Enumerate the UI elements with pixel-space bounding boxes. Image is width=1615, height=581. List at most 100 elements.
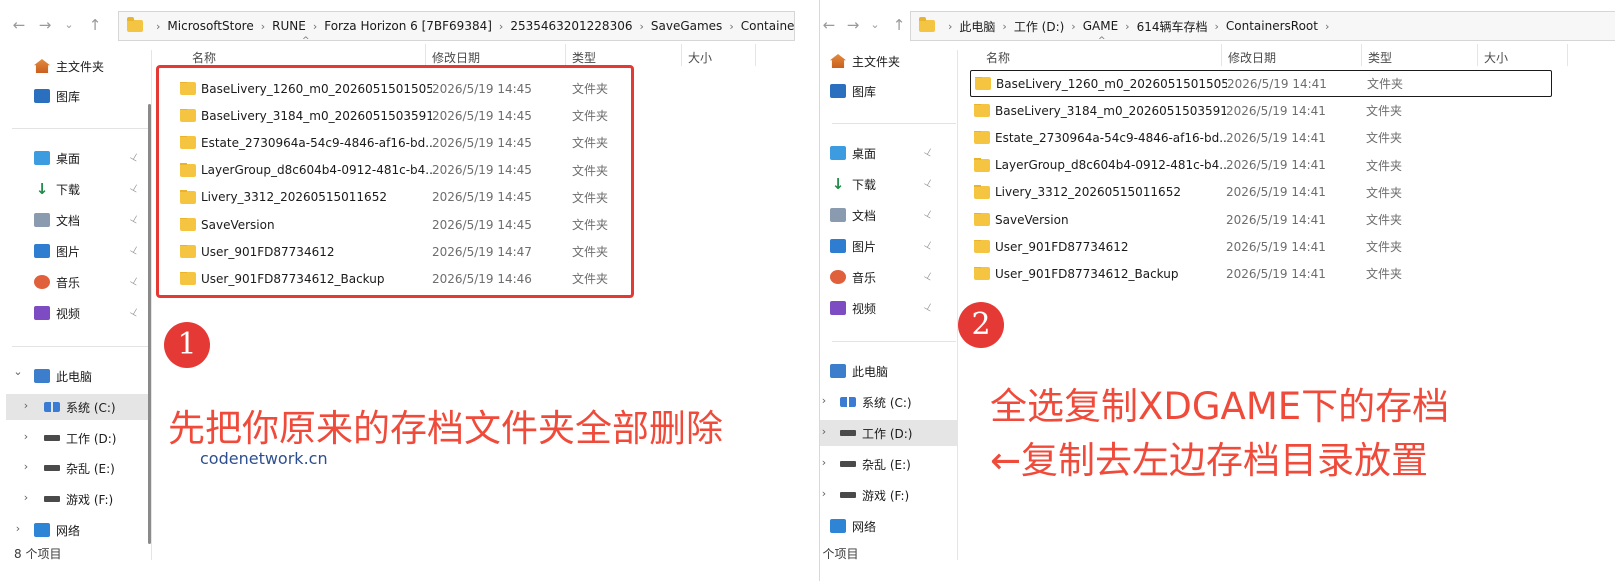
chevron-right-icon[interactable]: › <box>1125 20 1129 33</box>
breadcrumb-segment[interactable]: › Forza Horizon 6 [7BF69384] <box>306 19 492 33</box>
file-row[interactable]: LayerGroup_d8c604b4-0912-481c-b4... 2026/… <box>970 152 1552 179</box>
sidebar-item[interactable]: 系统 (C:) <box>820 389 958 415</box>
sidebar-item[interactable]: 工作 (D:) <box>820 420 958 446</box>
sidebar-item[interactable]: ↓ 下载 <box>820 171 958 197</box>
chevron-right-icon[interactable]: › <box>948 20 952 33</box>
sidebar-item[interactable]: 图库 <box>0 83 152 109</box>
sidebar-item[interactable]: 图片 <box>820 233 958 259</box>
highlight-box <box>156 65 634 298</box>
breadcrumb-segment[interactable]: › 2535463201228306 <box>492 19 633 33</box>
up-arrow-icon[interactable]: ↑ <box>890 16 908 34</box>
breadcrumb-segment[interactable]: › 工作 (D:) <box>995 18 1064 35</box>
address-bar[interactable]: › MicrosoftStore › RUNE › Forza Horizon 6 [7B… <box>118 11 795 41</box>
breadcrumb-segment[interactable]: › SaveGames <box>632 19 722 33</box>
chevron-right-icon[interactable]: › <box>20 491 32 504</box>
sidebar-item[interactable]: 主文件夹 <box>820 48 958 74</box>
sidebar-item[interactable]: 网络 <box>0 517 152 543</box>
back-arrow-icon[interactable]: ← <box>10 16 28 34</box>
sidebar-item[interactable]: 网络 <box>820 513 958 539</box>
column-size[interactable]: 大小 <box>1478 44 1568 66</box>
column-header: 名称 修改日期 类型 大小 <box>980 44 1568 66</box>
column-type[interactable]: 类型 <box>1362 44 1478 66</box>
sidebar-item-label: 音乐 <box>56 275 81 290</box>
breadcrumb-label: ContainersRoot <box>740 19 795 33</box>
sidebar-item[interactable]: 视频 <box>820 295 958 321</box>
forward-arrow-icon[interactable]: → <box>36 16 54 34</box>
drive-icon <box>44 496 60 502</box>
file-type: 文件夹 <box>1366 213 1403 227</box>
column-date-modified[interactable]: 修改日期 <box>426 44 566 66</box>
sidebar-item[interactable]: 杂乱 (E:) <box>820 451 958 477</box>
sidebar-item-label: 图片 <box>56 244 81 259</box>
sidebar-item-label: 主文件夹 <box>852 54 901 69</box>
drive-icon <box>44 435 60 441</box>
navigation-pane: 主文件夹图库桌面⊥↓下载⊥文档⊥图片⊥音乐⊥视频⊥⌄此电脑系统 (C:)›工作 … <box>0 50 152 560</box>
sidebar-item-label: 桌面 <box>56 151 81 166</box>
chevron-right-icon[interactable]: › <box>729 20 733 33</box>
sidebar-item[interactable]: 此电脑 <box>0 363 152 389</box>
forward-arrow-icon[interactable]: → <box>844 16 862 34</box>
chevron-right-icon[interactable]: › <box>820 425 830 438</box>
chevron-right-icon[interactable]: › <box>1214 20 1218 33</box>
breadcrumb-segment[interactable]: › MicrosoftStore <box>149 19 254 33</box>
file-row[interactable]: BaseLivery_1260_m0_20260515015055 2026/5/… <box>970 70 1552 97</box>
recent-chevron-icon[interactable]: ⌄ <box>866 16 884 34</box>
file-row[interactable]: User_901FD87734612 2026/5/19 14:41 文件夹 <box>970 233 1552 260</box>
breadcrumb-segment[interactable]: › GAME <box>1064 19 1118 33</box>
gallery-icon <box>830 84 846 98</box>
chevron-right-icon[interactable]: › <box>820 394 830 407</box>
chevron-right-icon[interactable]: › <box>156 20 160 33</box>
sidebar-item[interactable]: 桌面 <box>820 140 958 166</box>
sidebar-item[interactable]: 音乐 <box>820 264 958 290</box>
sidebar-scrollbar[interactable] <box>148 104 151 544</box>
file-row[interactable]: User_901FD87734612_Backup 2026/5/19 14:41… <box>970 260 1552 287</box>
file-row[interactable]: Estate_2730964a-54c9-4846-af16-bd... 2026… <box>970 124 1552 151</box>
sidebar-item[interactable]: 主文件夹 <box>0 53 152 79</box>
column-name[interactable]: 名称 <box>186 44 426 66</box>
sidebar-item[interactable]: 游戏 (F:) <box>820 482 958 508</box>
sidebar-item[interactable]: 文档 <box>820 202 958 228</box>
chevron-right-icon[interactable]: › <box>1002 20 1006 33</box>
breadcrumb-segment[interactable]: › ContainersRoot <box>722 19 795 33</box>
file-name-cell: BaseLivery_3184_m0_20260515035912 <box>970 103 1226 118</box>
address-bar[interactable]: › 此电脑 › 工作 (D:) › GAME › 614辆车存档 › ContainersRoot… <box>910 11 1615 41</box>
file-name-cell: User_901FD87734612_Backup <box>970 266 1226 281</box>
file-date: 2026/5/19 14:41 <box>1226 103 1326 118</box>
file-row[interactable]: BaseLivery_3184_m0_20260515035912 2026/5/… <box>970 97 1552 124</box>
breadcrumb-segment[interactable]: › RUNE <box>254 19 306 33</box>
sidebar-item-label: 游戏 (F:) <box>66 492 114 507</box>
sidebar-item-label: 下载 <box>56 182 81 197</box>
chevron-right-icon[interactable]: › <box>820 487 830 500</box>
network-icon <box>830 519 846 533</box>
column-type[interactable]: 类型 <box>566 44 682 66</box>
chevron-right-icon[interactable]: › <box>820 456 830 469</box>
sidebar-item[interactable]: 图库 <box>820 78 958 104</box>
chevron-right-icon[interactable]: › <box>20 399 32 412</box>
file-date: 2026/5/19 14:41 <box>1226 239 1326 254</box>
file-row[interactable]: SaveVersion 2026/5/19 14:41 文件夹 <box>970 206 1552 233</box>
chevron-right-icon[interactable]: › <box>20 430 32 443</box>
chevron-right-icon[interactable]: › <box>639 20 643 33</box>
breadcrumb-segment[interactable]: › 此电脑 <box>941 18 995 35</box>
chevron-right-icon[interactable]: › <box>1318 20 1336 33</box>
chevron-right-icon[interactable]: › <box>20 460 32 473</box>
breadcrumb-segment[interactable]: › 614辆车存档 <box>1118 18 1207 35</box>
pictures-icon <box>34 244 50 258</box>
up-arrow-icon[interactable]: ↑ <box>86 16 104 34</box>
gallery-icon <box>34 89 50 103</box>
column-date-modified[interactable]: 修改日期 <box>1222 44 1362 66</box>
file-row[interactable]: Livery_3312_20260515011652 2026/5/19 14:4… <box>970 179 1552 206</box>
breadcrumb-segment[interactable]: › ContainersRoot <box>1207 19 1318 33</box>
chevron-right-icon[interactable]: › <box>261 20 265 33</box>
file-list-scrollbar[interactable] <box>772 66 775 546</box>
back-arrow-icon[interactable]: ← <box>820 16 838 34</box>
file-name: SaveVersion <box>995 212 1069 227</box>
chevron-right-icon[interactable]: › <box>313 20 317 33</box>
chevron-right-icon[interactable]: › <box>1071 20 1075 33</box>
breadcrumb-label: 工作 (D:) <box>1013 19 1065 34</box>
column-size[interactable]: 大小 <box>682 44 756 66</box>
chevron-right-icon[interactable]: › <box>499 20 503 33</box>
recent-chevron-icon[interactable]: ⌄ <box>60 16 78 34</box>
sidebar-item[interactable]: 此电脑 <box>820 358 958 384</box>
column-name[interactable]: 名称 <box>980 44 1222 66</box>
